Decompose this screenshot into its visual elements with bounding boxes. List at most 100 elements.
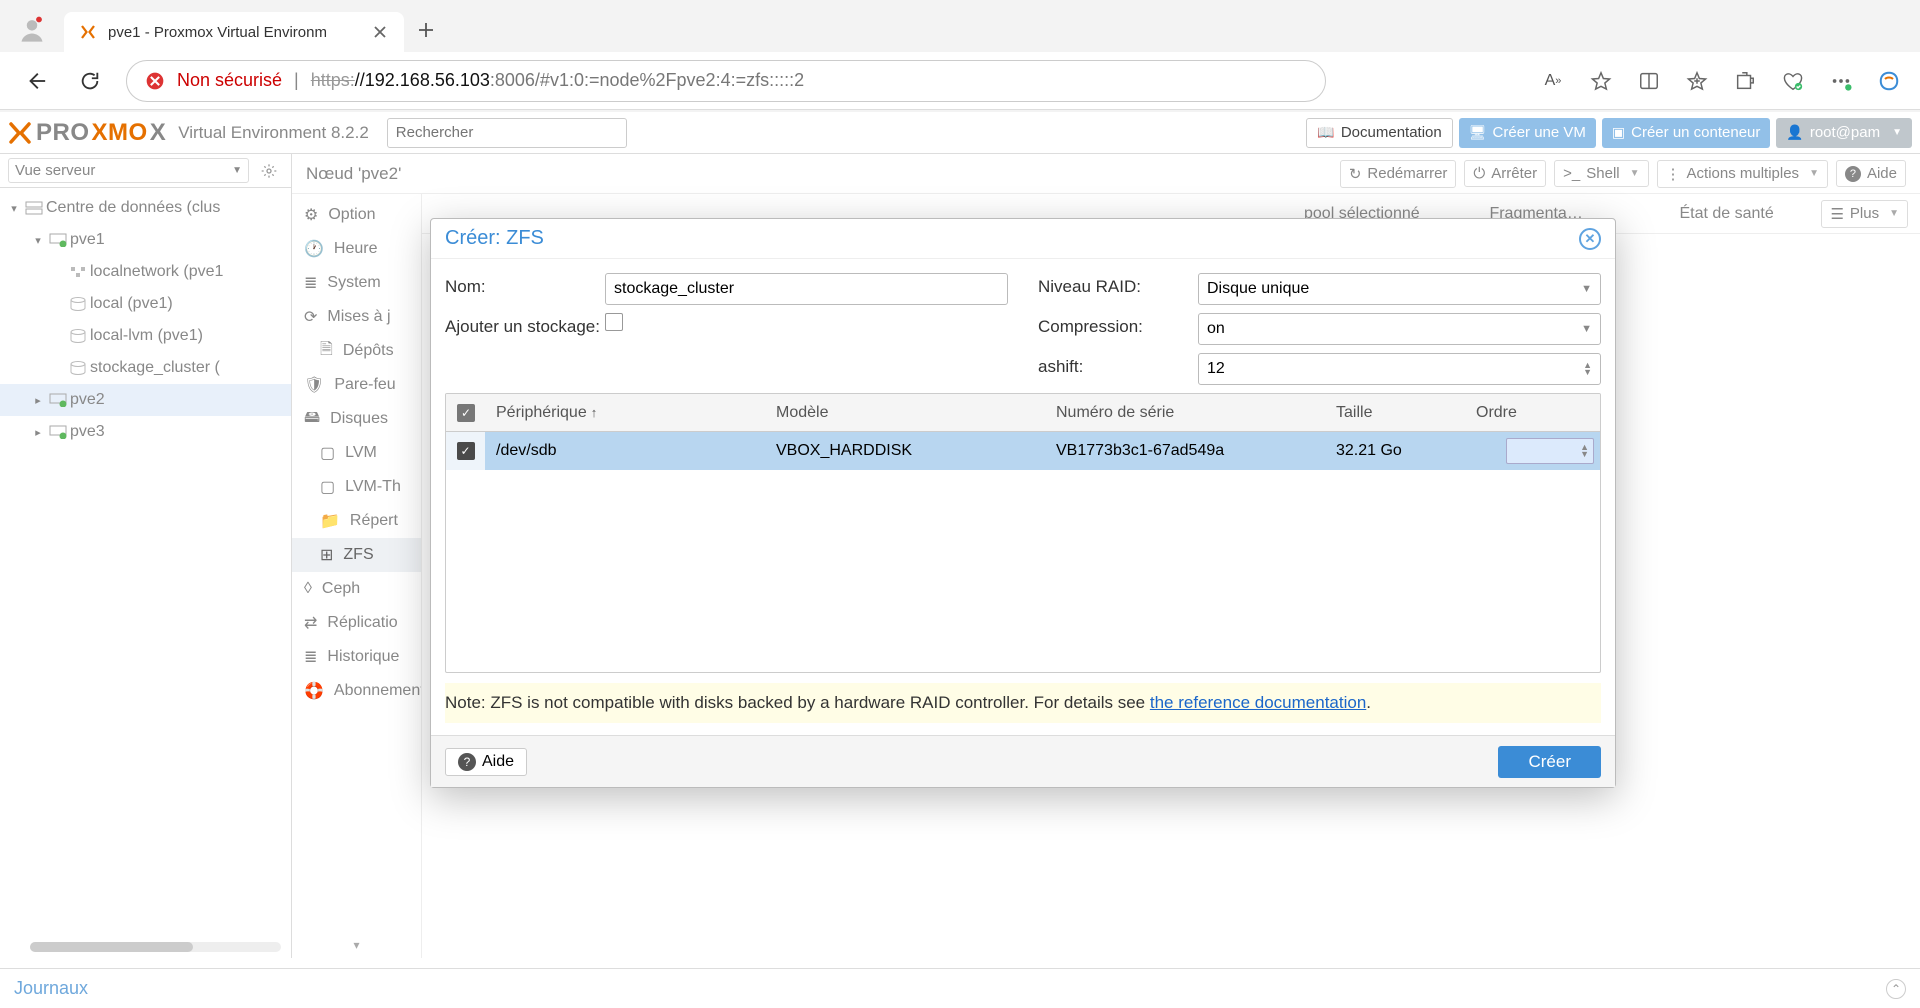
tree-body: ▾Centre de données (clus ▾pve1 localnetw… — [0, 188, 291, 958]
tree-stockage[interactable]: stockage_cluster ( — [0, 352, 291, 384]
copilot-icon[interactable] — [1876, 68, 1902, 94]
create-button[interactable]: Créer — [1498, 746, 1601, 778]
menu-icon: ⋮ — [1666, 165, 1681, 183]
help-button[interactable]: ?Aide — [1836, 160, 1906, 187]
terminal-icon: >_ — [1563, 165, 1580, 182]
select-raid[interactable]: Disque unique▼ — [1198, 273, 1601, 305]
label-ashift: ashift: — [1038, 353, 1198, 377]
menu-ceph[interactable]: ◊Ceph — [292, 572, 421, 606]
modal-close-icon[interactable]: ✕ — [1579, 228, 1601, 250]
tab-strip: pve1 - Proxmox Virtual Environm — [0, 0, 1920, 52]
read-aloud-icon[interactable]: A» — [1540, 68, 1566, 94]
refresh-button[interactable] — [72, 63, 108, 99]
split-screen-icon[interactable] — [1636, 68, 1662, 94]
url-text: https://192.168.56.103:8006/#v1:0:=node%… — [311, 70, 804, 91]
label-addstorage: Ajouter un stockage: — [445, 313, 605, 337]
menu-replication[interactable]: ⇄Réplicatio — [292, 606, 421, 640]
new-tab-button[interactable] — [404, 8, 448, 52]
row-model: VBOX_HARDDISK — [766, 442, 1046, 460]
row-order-input[interactable]: ▲▼ — [1506, 438, 1594, 464]
disk-row[interactable]: ✓ /dev/sdb VBOX_HARDDISK VB1773b3c1-67ad… — [446, 432, 1600, 470]
square-icon: ▢ — [320, 477, 335, 497]
tab-title: pve1 - Proxmox Virtual Environm — [108, 24, 360, 41]
sidebar-menu: ⚙Option 🕐Heure ≣System ⟳Mises à j 🗎Dépôt… — [292, 194, 422, 958]
collections-icon[interactable] — [1684, 68, 1710, 94]
more-button[interactable]: ☰Plus▼ — [1821, 200, 1908, 228]
help-icon: ? — [458, 753, 476, 771]
tree-scrollbar[interactable] — [30, 942, 281, 952]
col-device[interactable]: Périphérique ↑ — [486, 404, 766, 422]
create-ct-button[interactable]: ▣Créer un conteneur — [1602, 118, 1770, 148]
addr-divider: | — [294, 70, 299, 91]
menu-updates[interactable]: ⟳Mises à j — [292, 300, 421, 334]
profile-icon[interactable] — [10, 8, 54, 52]
stop-button[interactable]: ⏻Arrêter — [1464, 160, 1546, 187]
menu-time[interactable]: 🕐Heure — [292, 232, 421, 266]
tab-close-icon[interactable] — [370, 22, 390, 42]
modal-help-button[interactable]: ?Aide — [445, 748, 527, 776]
menu-options[interactable]: ⚙Option — [292, 198, 421, 232]
browser-tab[interactable]: pve1 - Proxmox Virtual Environm — [64, 12, 404, 52]
tree-settings-icon[interactable] — [255, 163, 283, 179]
tree-pve3[interactable]: ▸pve3 — [0, 416, 291, 448]
select-compression[interactable]: on▼ — [1198, 313, 1601, 345]
expand-logs-icon[interactable]: ⌃ — [1886, 979, 1906, 999]
storage-icon — [66, 329, 90, 343]
insecure-icon — [145, 71, 165, 91]
menu-syslog[interactable]: ≣System — [292, 266, 421, 300]
menu-tasks[interactable]: ≣Historique — [292, 640, 421, 674]
tree-local[interactable]: local (pve1) — [0, 288, 291, 320]
wallet-icon[interactable] — [1780, 68, 1806, 94]
address-bar[interactable]: Non sécurisé | https://192.168.56.103:80… — [126, 60, 1326, 102]
menu-subscription[interactable]: 🛟Abonnement — [292, 674, 421, 708]
reference-doc-link[interactable]: the reference documentation — [1150, 693, 1366, 712]
env-label: Virtual Environment 8.2.2 — [178, 123, 369, 143]
favorite-icon[interactable] — [1588, 68, 1614, 94]
menu-zfs[interactable]: ⊞ZFS — [292, 538, 421, 572]
col-size[interactable]: Taille — [1326, 404, 1466, 422]
menu-repos[interactable]: 🗎Dépôts — [292, 334, 421, 368]
menu-lvmthin[interactable]: ▢LVM-Th — [292, 470, 421, 504]
shell-button[interactable]: >_Shell▼ — [1554, 160, 1648, 187]
input-name[interactable]: stockage_cluster — [605, 273, 1008, 305]
book-icon: 📖 — [1317, 124, 1334, 141]
ceph-icon: ◊ — [304, 580, 312, 598]
tree-locallvm[interactable]: local-lvm (pve1) — [0, 320, 291, 352]
create-zfs-modal: Créer: ZFS ✕ Nom:stockage_cluster Ajoute… — [430, 218, 1616, 788]
user-menu[interactable]: 👤root@pam▼ — [1776, 118, 1912, 148]
select-all-checkbox[interactable]: ✓ — [457, 404, 475, 422]
tree-datacenter[interactable]: ▾Centre de données (clus — [0, 192, 291, 224]
extensions-icon[interactable] — [1732, 68, 1758, 94]
create-vm-button[interactable]: 🖥Créer une VM — [1459, 118, 1596, 148]
documentation-button[interactable]: 📖Documentation — [1306, 118, 1452, 148]
view-selector[interactable]: Vue serveur▼ — [8, 158, 249, 183]
col-model[interactable]: Modèle — [766, 404, 1046, 422]
more-icon[interactable] — [1828, 68, 1854, 94]
restart-icon: ↻ — [1349, 165, 1362, 183]
tree-pve1[interactable]: ▾pve1 — [0, 224, 291, 256]
menu-disks[interactable]: 🖴Disques — [292, 402, 421, 436]
modal-title: Créer: ZFS — [445, 227, 544, 250]
bulk-actions-button[interactable]: ⋮Actions multiples▼ — [1657, 160, 1828, 188]
menu-directory[interactable]: 📁Répert — [292, 504, 421, 538]
menu-lvm[interactable]: ▢LVM — [292, 436, 421, 470]
input-ashift[interactable]: 12▲▼ — [1198, 353, 1601, 385]
restart-button[interactable]: ↻Redémarrer — [1340, 160, 1457, 188]
logo-x-icon — [8, 121, 32, 145]
search-input[interactable] — [387, 118, 627, 148]
modal-form: Nom:stockage_cluster Ajouter un stockage… — [431, 259, 1615, 393]
cube-icon: ▣ — [1612, 124, 1625, 141]
col-serial[interactable]: Numéro de série — [1046, 404, 1326, 422]
row-checkbox[interactable]: ✓ — [457, 442, 475, 460]
browser-chrome: pve1 - Proxmox Virtual Environm Non sécu… — [0, 0, 1920, 112]
tree-localnetwork[interactable]: localnetwork (pve1 — [0, 256, 291, 288]
folder-icon: 📁 — [320, 511, 340, 531]
col-order[interactable]: Ordre — [1466, 404, 1600, 422]
label-compression: Compression: — [1038, 313, 1198, 337]
log-footer[interactable]: Journaux ⌃ — [0, 968, 1920, 1008]
checkbox-addstorage[interactable] — [605, 313, 623, 331]
tree-pve2[interactable]: ▸pve2 — [0, 384, 291, 416]
menu-firewall[interactable]: 🛡Pare-feu — [292, 368, 421, 402]
menu-expand-icon[interactable]: ▾ — [353, 938, 359, 952]
back-button[interactable] — [18, 63, 54, 99]
